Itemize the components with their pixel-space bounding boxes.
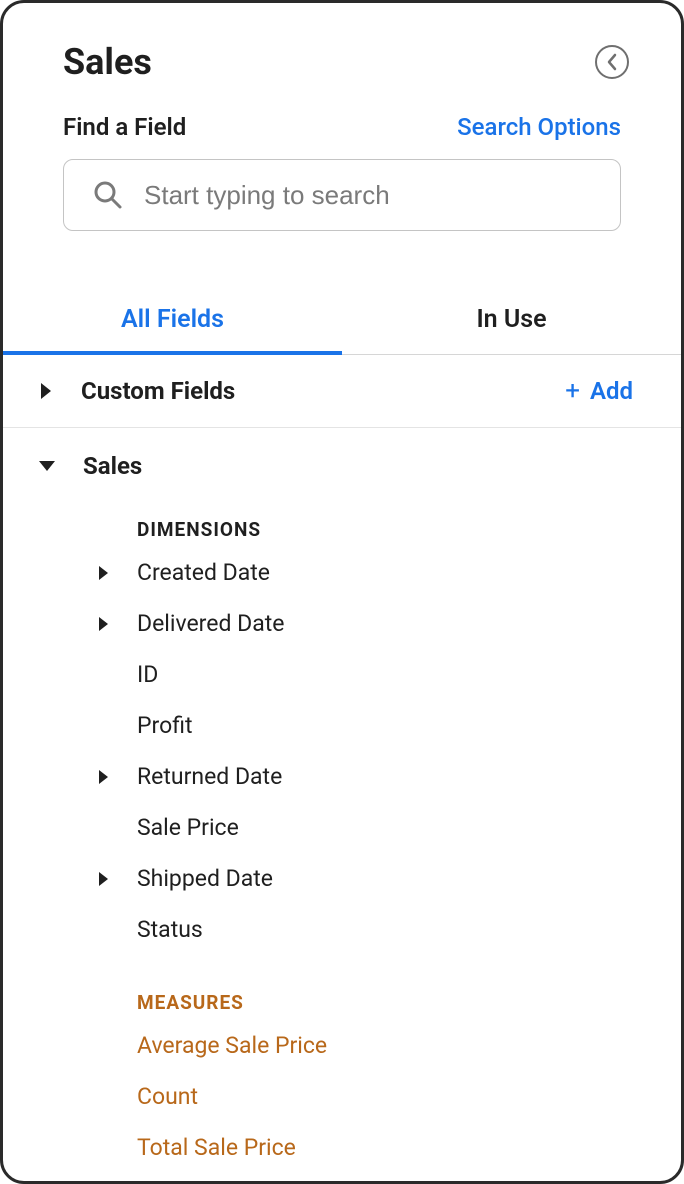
caret-right-icon <box>99 566 108 580</box>
field-label: Delivered Date <box>137 610 284 637</box>
field-label: Sale Price <box>137 814 239 841</box>
field-label: Status <box>137 916 203 943</box>
caret-right-icon <box>99 770 108 784</box>
caret-spacer <box>99 821 108 835</box>
dimensions-header: DIMENSIONS <box>3 490 681 547</box>
custom-fields-toggle[interactable]: Custom Fields <box>37 377 235 405</box>
chevron-left-icon <box>606 53 618 71</box>
plus-icon: + <box>565 378 580 404</box>
field-label: Profit <box>137 712 192 739</box>
field-returned-date[interactable]: Returned Date <box>3 751 681 802</box>
field-label: Shipped Date <box>137 865 273 892</box>
field-created-date[interactable]: Created Date <box>3 547 681 598</box>
custom-fields-row[interactable]: Custom Fields + Add <box>3 355 681 428</box>
caret-right-icon <box>99 617 108 631</box>
field-label: Average Sale Price <box>137 1032 327 1059</box>
caret-spacer <box>99 923 108 937</box>
field-id[interactable]: ID <box>3 649 681 700</box>
panel-header: Sales <box>3 3 681 103</box>
caret-right-icon <box>41 383 51 399</box>
collapse-button[interactable] <box>595 45 629 79</box>
field-picker-panel: Sales Find a Field Search Options All Fi… <box>0 0 684 1184</box>
tab-in-use[interactable]: In Use <box>342 287 681 354</box>
field-label: Returned Date <box>137 763 282 790</box>
find-field-label: Find a Field <box>63 113 186 141</box>
section-sales-label: Sales <box>83 452 142 480</box>
search-options-link[interactable]: Search Options <box>457 113 621 141</box>
field-count[interactable]: Count <box>3 1071 681 1122</box>
panel-title: Sales <box>63 41 152 83</box>
field-sale-price[interactable]: Sale Price <box>3 802 681 853</box>
add-custom-field-button[interactable]: + Add <box>565 377 633 405</box>
add-label: Add <box>590 377 633 405</box>
search-icon <box>92 179 124 211</box>
caret-spacer <box>99 1141 108 1155</box>
field-delivered-date[interactable]: Delivered Date <box>3 598 681 649</box>
field-label: Count <box>137 1083 198 1110</box>
field-status[interactable]: Status <box>3 904 681 955</box>
field-shipped-date[interactable]: Shipped Date <box>3 853 681 904</box>
caret-right-icon <box>99 872 108 886</box>
measures-header: MEASURES <box>3 955 681 1020</box>
caret-spacer <box>99 1039 108 1053</box>
search-header: Find a Field Search Options <box>63 113 621 141</box>
field-average-sale-price[interactable]: Average Sale Price <box>3 1020 681 1071</box>
caret-spacer <box>99 719 108 733</box>
custom-fields-label: Custom Fields <box>81 377 235 405</box>
search-section: Find a Field Search Options <box>3 103 681 231</box>
field-total-sale-price[interactable]: Total Sale Price <box>3 1122 681 1173</box>
tabs: All Fields In Use <box>3 287 681 355</box>
caret-spacer <box>99 1090 108 1104</box>
caret-down-icon <box>39 461 55 471</box>
field-label: ID <box>137 661 158 688</box>
search-input[interactable] <box>144 180 592 211</box>
search-box[interactable] <box>63 159 621 231</box>
field-label: Created Date <box>137 559 270 586</box>
caret-spacer <box>99 668 108 682</box>
tab-all-fields[interactable]: All Fields <box>3 287 342 354</box>
field-profit[interactable]: Profit <box>3 700 681 751</box>
section-sales-header[interactable]: Sales <box>3 428 681 490</box>
field-label: Total Sale Price <box>137 1134 296 1161</box>
